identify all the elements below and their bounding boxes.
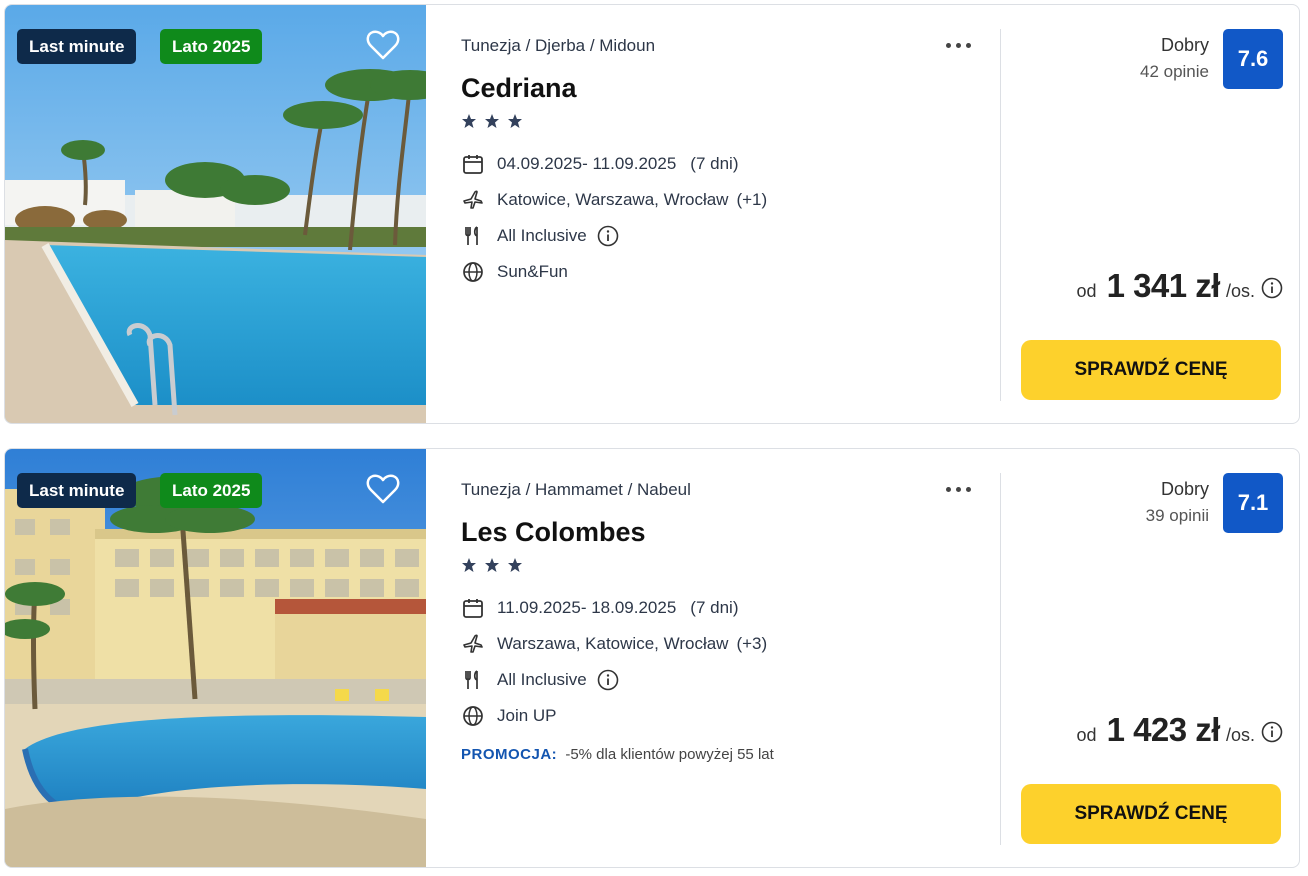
plane-icon (463, 634, 483, 653)
duration-text: (7 dni) (690, 154, 739, 173)
concept-row: Join UP (461, 703, 557, 729)
promotion: PROMOCJA: -5% dla klientów powyżej 55 la… (461, 746, 774, 763)
offer-card[interactable]: Last minute Lato 2025 Tunezja / Hammamet… (4, 448, 1300, 868)
badge-season: Lato 2025 (160, 29, 263, 64)
departures-row: Warszawa, Katowice, Wrocław (+3) (461, 631, 767, 657)
board-row: All Inclusive (461, 667, 619, 693)
calendar-icon (463, 599, 483, 618)
board-text: All Inclusive (497, 670, 587, 689)
concept-text: Sun&Fun (497, 262, 568, 281)
hotel-photo-image (5, 449, 426, 867)
price: od 1 423 zł /os. (1077, 711, 1283, 749)
reviews-count[interactable]: 42 opinie (1140, 62, 1209, 82)
more-options-icon[interactable] (943, 477, 983, 501)
offer-pricing: Dobry 42 opinie 7.6 od 1 341 zł /os. SPR… (1005, 5, 1299, 423)
globe-icon (463, 262, 483, 282)
price-info-icon[interactable] (1261, 721, 1283, 743)
concept-row: Sun&Fun (461, 259, 568, 285)
destination-breadcrumb[interactable]: Tunezja / Djerba / Midoun (461, 36, 655, 56)
reviews-count[interactable]: 39 opinii (1146, 506, 1209, 526)
calendar-icon (463, 155, 483, 174)
hotel-name[interactable]: Les Colombes (461, 517, 646, 548)
price: od 1 341 zł /os. (1077, 267, 1283, 305)
rating-label: Dobry (1160, 479, 1209, 499)
price-amount: 1 423 zł (1106, 711, 1221, 748)
offer-card[interactable]: Last minute Lato 2025 Tunezja / Djerba /… (4, 4, 1300, 424)
star-icon (508, 114, 523, 128)
plane-icon (463, 190, 483, 209)
promo-label: PROMOCJA: (461, 746, 558, 763)
price-amount: 1 341 zł (1106, 267, 1221, 304)
rating-score: 7.6 (1223, 29, 1283, 89)
cutlery-icon (465, 226, 478, 245)
price-suffix: /os. (1225, 281, 1255, 301)
departures-more[interactable]: (+3) (736, 634, 767, 654)
star-rating (461, 113, 525, 133)
badge-season: Lato 2025 (160, 473, 263, 508)
badge-last-minute: Last minute (17, 29, 137, 64)
star-icon (508, 558, 523, 572)
dates-text: 04.09.2025- 11.09.2025 (497, 154, 677, 173)
hotel-photo[interactable]: Last minute Lato 2025 (5, 449, 426, 867)
more-options-icon[interactable] (943, 33, 983, 57)
check-price-button[interactable]: SPRAWDŹ CENĘ (1021, 340, 1281, 400)
favorite-heart-icon[interactable] (363, 469, 403, 509)
divider (1000, 29, 1001, 401)
dates-row: 04.09.2025- 11.09.2025 (7 dni) (461, 151, 738, 177)
destination-breadcrumb[interactable]: Tunezja / Hammamet / Nabeul (461, 480, 691, 500)
check-price-button[interactable]: SPRAWDŹ CENĘ (1021, 784, 1281, 844)
price-prefix: od (1076, 281, 1097, 301)
departures-row: Katowice, Warszawa, Wrocław (+1) (461, 187, 767, 213)
rating-label: Dobry (1160, 35, 1209, 55)
price-suffix: /os. (1225, 725, 1255, 745)
star-rating (461, 557, 525, 577)
info-icon[interactable] (597, 669, 619, 691)
departures-text: Katowice, Warszawa, Wrocław (497, 190, 729, 209)
offer-details: Tunezja / Djerba / Midoun Cedriana 04.09… (461, 5, 1001, 423)
departures-text: Warszawa, Katowice, Wrocław (497, 634, 729, 653)
price-prefix: od (1076, 725, 1097, 745)
hotel-name[interactable]: Cedriana (461, 73, 577, 104)
offer-pricing: Dobry 39 opinii 7.1 od 1 423 zł /os. SPR… (1005, 449, 1299, 867)
hotel-photo[interactable]: Last minute Lato 2025 (5, 5, 426, 423)
globe-icon (463, 706, 483, 726)
dates-text: 11.09.2025- 18.09.2025 (497, 598, 677, 617)
hotel-photo-image (5, 5, 426, 423)
star-icon (485, 558, 500, 572)
offer-details: Tunezja / Hammamet / Nabeul Les Colombes… (461, 449, 1001, 867)
rating-score: 7.1 (1223, 473, 1283, 533)
duration-text: (7 dni) (690, 598, 739, 617)
badge-last-minute: Last minute (17, 473, 137, 508)
star-icon (485, 114, 500, 128)
favorite-heart-icon[interactable] (363, 25, 403, 65)
price-info-icon[interactable] (1261, 277, 1283, 299)
promo-text: -5% dla klientów powyżej 55 lat (565, 746, 774, 763)
divider (1000, 473, 1001, 845)
star-icon (462, 558, 476, 572)
board-row: All Inclusive (461, 223, 619, 249)
board-text: All Inclusive (497, 226, 587, 245)
info-icon[interactable] (597, 225, 619, 247)
departures-more[interactable]: (+1) (736, 190, 767, 210)
dates-row: 11.09.2025- 18.09.2025 (7 dni) (461, 595, 738, 621)
concept-text: Join UP (497, 706, 557, 725)
star-icon (462, 114, 476, 128)
cutlery-icon (465, 670, 478, 689)
